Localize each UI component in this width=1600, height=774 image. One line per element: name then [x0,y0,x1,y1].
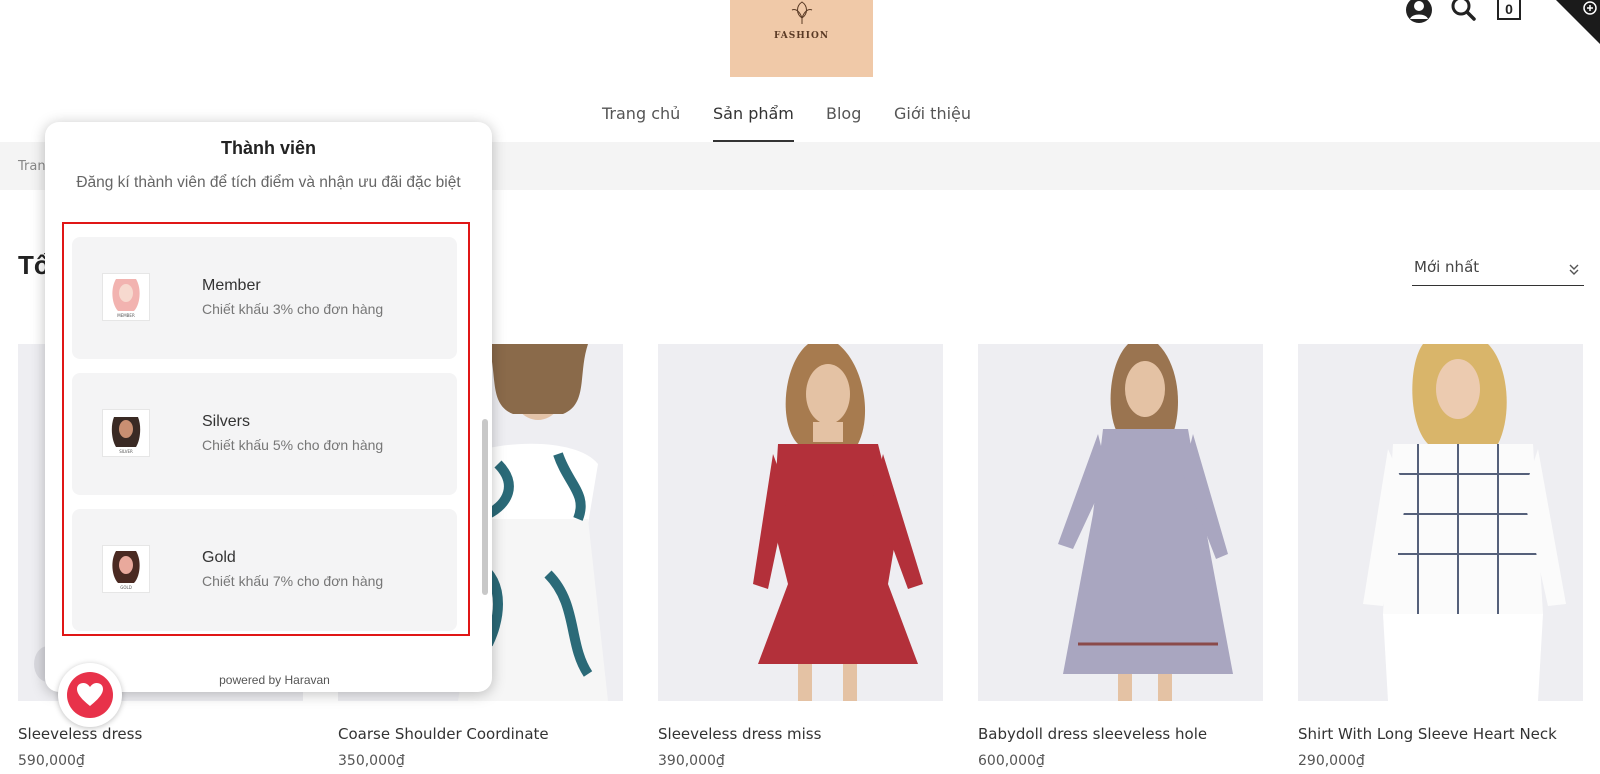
product-card[interactable]: Babydoll dress sleeveless hole 600,000₫ [978,344,1263,769]
heart-icon [77,683,103,706]
nav-item-home[interactable]: Trang chủ [602,100,680,142]
product-name[interactable]: Coarse Shoulder Coordinate [338,725,623,743]
loyalty-heart-button[interactable] [58,663,122,727]
dress-photo-icon [978,344,1263,701]
sort-select[interactable]: Mới nhất [1412,256,1584,286]
popup-title: Thành viên [220,138,316,158]
popup-description: Đăng kí thành viên để tích điểm và nhận … [76,174,461,191]
popup-scrollbar[interactable] [482,419,488,595]
product-card[interactable]: Sleeveless dress miss 390,000₫ [658,344,943,769]
member-avatar-icon: MEMBER [112,279,140,318]
product-price: 290,000₫ [1298,753,1365,769]
product-name[interactable]: Sleeveless dress [18,725,303,743]
tier-card-member[interactable]: MEMBER Member Chiết khấu 3% cho đơn hàng [72,237,457,359]
tier-badge-label: GOLD [120,585,132,590]
product-image[interactable] [978,344,1263,701]
flower-logo-icon [791,1,813,24]
product-image[interactable] [658,344,943,701]
tier-name: Member [202,277,261,294]
product-card[interactable]: Shirt With Long Sleeve Heart Neck 290,00… [1298,344,1583,769]
cart-icon[interactable]: 0 [1497,0,1521,20]
tier-perk: Chiết khấu 7% cho đơn hàng [202,573,384,589]
product-name[interactable]: Babydoll dress sleeveless hole [978,725,1263,743]
tier-card-gold[interactable]: GOLD Gold Chiết khấu 7% cho đơn hàng [72,509,457,631]
product-name[interactable]: Shirt With Long Sleeve Heart Neck [1298,725,1583,743]
breadcrumb[interactable]: Tran [18,159,46,174]
product-name[interactable]: Sleeveless dress miss [658,725,943,743]
double-chevron-down-icon [1569,264,1579,275]
nav-item-blog[interactable]: Blog [826,100,861,142]
tier-badge: GOLD [102,545,150,593]
dress-photo-icon [658,344,943,701]
tier-name: Silvers [202,413,251,430]
tier-badge: MEMBER [102,273,150,321]
membership-popup: Thành viên Đăng kí thành viên để tích đi… [45,122,492,692]
tier-card-silvers[interactable]: SILVER Silvers Chiết khấu 5% cho đơn hàn… [72,373,457,495]
logo-text: FASHION [773,31,830,41]
nav-item-about[interactable]: Giới thiệu [894,100,971,142]
tier-badge-label: MEMBER [117,313,135,318]
site-header: FASHION Trang chủ Sản phẩm Blog Giới thi… [0,0,1600,142]
product-price: 600,000₫ [978,753,1045,769]
product-price: 350,000₫ [338,753,405,769]
search-icon[interactable] [1450,0,1476,22]
gold-avatar-icon: GOLD [112,551,140,590]
tier-perk: Chiết khấu 3% cho đơn hàng [202,301,384,317]
tier-badge-label: SILVER [119,449,133,454]
user-icon[interactable] [1405,0,1433,24]
heart-button-circle [67,672,113,718]
site-logo[interactable]: FASHION [730,0,873,77]
sort-value: Mới nhất [1414,258,1480,276]
tier-list: MEMBER Member Chiết khấu 3% cho đơn hàng… [62,222,470,636]
header-icons: 0 [1400,0,1530,26]
product-price: 390,000₫ [658,753,725,769]
shirt-photo-icon [1298,344,1583,701]
cart-count: 0 [1505,1,1513,17]
corner-plus-icon[interactable] [1556,0,1600,44]
product-image[interactable] [1298,344,1583,701]
silver-avatar-icon: SILVER [111,417,141,454]
tier-name: Gold [202,549,236,566]
tier-perk: Chiết khấu 5% cho đơn hàng [202,437,384,453]
tier-badge: SILVER [102,409,150,457]
nav-item-products[interactable]: Sản phẩm [713,100,794,142]
product-price: 590,000₫ [18,753,85,769]
